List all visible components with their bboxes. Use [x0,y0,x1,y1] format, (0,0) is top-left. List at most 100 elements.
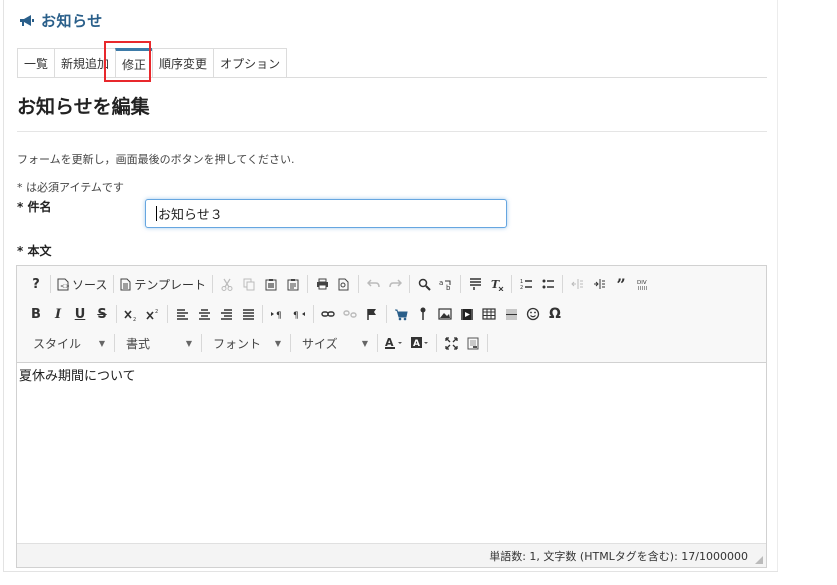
toolbar-separator [50,275,51,293]
background-color-button[interactable]: A [407,332,433,354]
font-combo[interactable]: フォント ▼ [205,332,287,354]
smiley-icon[interactable] [522,303,544,325]
print-icon[interactable] [311,273,333,295]
special-char-icon[interactable]: Ω [544,303,566,325]
toolbar-separator [116,305,117,323]
align-right-icon[interactable] [215,303,237,325]
paste-icon[interactable] [260,273,282,295]
chevron-down-icon: ▼ [361,338,368,348]
text-color-button[interactable]: A [381,332,407,354]
subject-input[interactable]: お知らせ３ [145,199,507,228]
svg-text:A: A [413,339,420,349]
tab-list[interactable]: 一覧 [17,48,56,77]
strikethrough-icon[interactable]: S [91,303,113,325]
link-icon[interactable] [317,303,339,325]
editor-content-text: 夏休み期間について [19,369,136,384]
find-document-icon[interactable] [333,273,355,295]
toolbar-separator [114,334,115,352]
svg-text:T: T [491,278,500,291]
select-all-icon[interactable] [464,273,486,295]
copy-icon[interactable] [238,273,260,295]
toolbar-separator [212,275,214,293]
toolbar-separator [511,275,513,293]
toolbar-separator [377,334,378,352]
toolbar-separator [113,275,115,293]
page-header: お知らせ [19,10,103,31]
numbered-list-icon[interactable]: 12 [515,273,537,295]
required-note: * は必須アイテムです [17,181,124,194]
svg-text:a: a [439,279,443,287]
frame-right-border [777,0,778,572]
svg-text:¶: ¶ [276,311,282,320]
template-label: テンプレート [134,277,207,292]
pin-icon[interactable] [412,303,434,325]
table-icon[interactable] [478,303,500,325]
format-combo[interactable]: 書式 ▼ [118,332,198,354]
svg-text:<>: <> [60,283,69,290]
size-combo[interactable]: サイズ ▼ [294,332,374,354]
undo-icon[interactable] [362,273,384,295]
replace-icon[interactable]: ab [435,273,457,295]
anchor-flag-icon[interactable] [361,303,383,325]
svg-text:¶: ¶ [293,311,299,320]
cut-icon[interactable] [216,273,238,295]
toolbar-separator [409,275,411,293]
bullet-list-icon[interactable] [537,273,559,295]
toolbar-separator [358,275,360,293]
subscript-icon[interactable]: 2 [120,303,142,325]
image-icon[interactable] [434,303,456,325]
maximize-icon[interactable] [440,332,462,354]
toolbar-separator [307,275,309,293]
unlink-icon[interactable] [339,303,361,325]
search-icon[interactable] [413,273,435,295]
divider [17,131,767,132]
help-icon[interactable]: ? [25,273,47,295]
style-combo[interactable]: スタイル ▼ [25,332,111,354]
shopping-cart-icon[interactable] [390,303,412,325]
megaphone-icon [19,14,35,28]
video-icon[interactable] [456,303,478,325]
text-cursor [156,206,157,221]
text-direction-ltr-icon[interactable]: ¶ [266,303,288,325]
subject-label: * 件名 [17,200,52,214]
svg-text:2: 2 [155,309,158,315]
underline-icon[interactable]: U [69,303,91,325]
text-direction-rtl-icon[interactable]: ¶ [288,303,310,325]
size-combo-label: サイズ [302,336,338,351]
redo-icon[interactable] [384,273,406,295]
align-center-icon[interactable] [193,303,215,325]
show-blocks-icon[interactable] [462,332,484,354]
toolbar-row-1: ? <> ソース テンプレート a b T 1 2 ” DIV [25,272,654,296]
source-icon: <> [57,278,69,291]
toolbar-separator [487,334,488,352]
blockquote-icon[interactable]: ” [610,273,632,295]
justify-icon[interactable] [237,303,259,325]
style-combo-label: スタイル [33,336,82,351]
horizontal-rule-icon[interactable] [500,303,522,325]
highlight-box [104,41,151,82]
toolbar-separator [386,305,387,323]
align-left-icon[interactable] [171,303,193,325]
superscript-icon[interactable]: 2 [142,303,164,325]
bold-icon[interactable]: B [25,303,47,325]
indent-icon[interactable] [588,273,610,295]
font-combo-label: フォント [213,336,262,351]
editor-content-area[interactable]: 夏休み期間について [17,363,766,543]
source-button[interactable]: <> ソース [54,273,110,295]
remove-format-icon[interactable]: T [486,273,508,295]
div-container-icon[interactable]: DIV [632,273,654,295]
chevron-down-icon: ▼ [274,338,281,348]
toolbar-separator [436,334,437,352]
tab-options[interactable]: オプション [213,48,288,77]
toolbar-separator [262,305,263,323]
template-button[interactable]: テンプレート [117,273,209,295]
outdent-icon[interactable] [566,273,588,295]
editor-status-bar: 単語数: 1, 文字数 (HTMLタグを含む): 17/1000000 [17,543,766,567]
svg-text:2: 2 [520,285,523,290]
paste-text-icon[interactable] [282,273,304,295]
tab-reorder[interactable]: 順序変更 [152,48,215,77]
page-title: お知らせを編集 [17,96,150,118]
toolbar-separator [313,305,314,323]
italic-icon[interactable]: I [47,303,69,325]
resize-grip-icon[interactable] [755,556,763,564]
